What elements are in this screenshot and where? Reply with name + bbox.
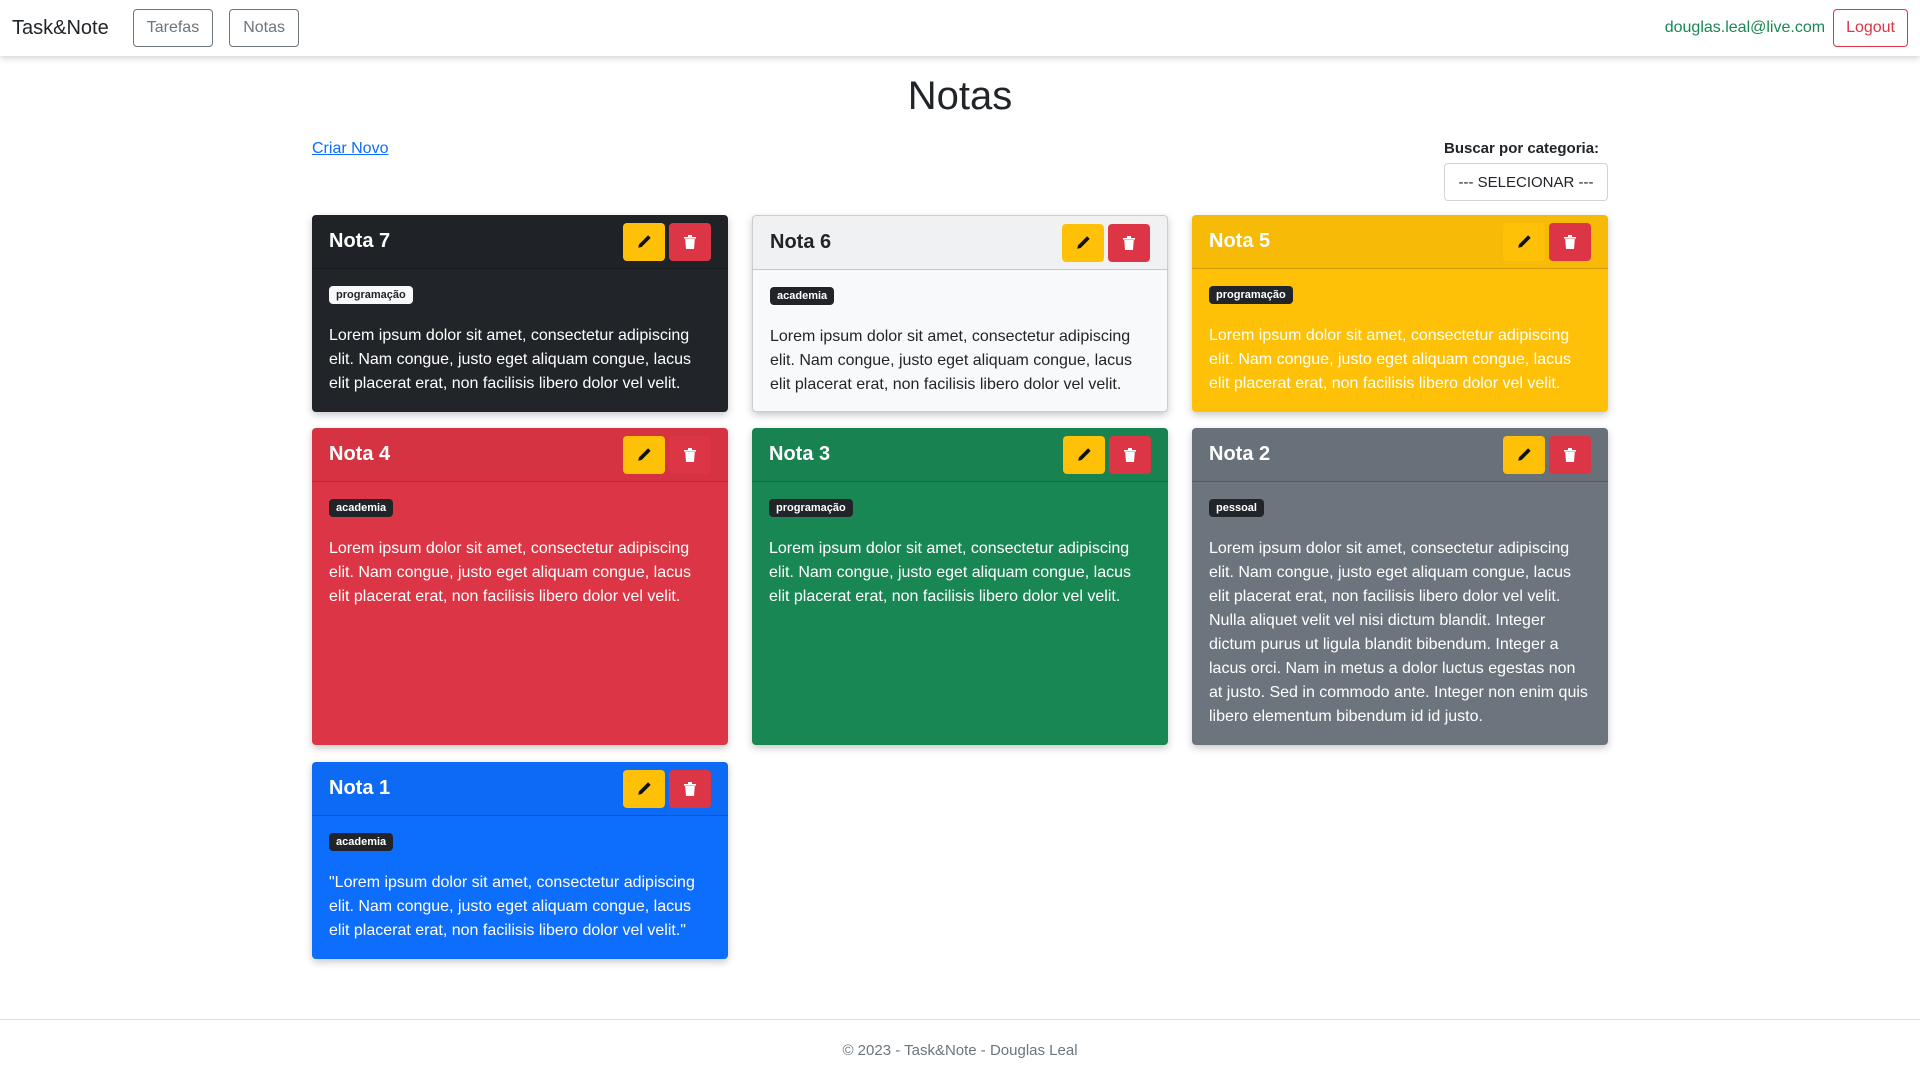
edit-button[interactable]: [1503, 435, 1545, 474]
card-body: programação Lorem ipsum dolor sit amet, …: [1192, 269, 1608, 412]
delete-button[interactable]: [1549, 435, 1591, 474]
category-filter: Buscar por categoria: --- SELECIONAR ---: [1444, 140, 1608, 201]
category-badge: academia: [329, 499, 394, 517]
card-header: Nota 5: [1192, 215, 1608, 269]
delete-button[interactable]: [1108, 223, 1150, 262]
delete-button[interactable]: [1549, 222, 1591, 261]
note-text: Lorem ipsum dolor sit amet, consectetur …: [1209, 540, 1588, 725]
category-badge: programação: [769, 499, 853, 517]
note-card: Nota 1 academia "Lorem ipsum dolor sit a…: [312, 762, 728, 959]
pencil-icon: [1078, 447, 1091, 461]
trash-icon: [684, 781, 696, 796]
edit-button[interactable]: [1063, 435, 1105, 474]
category-select[interactable]: --- SELECIONAR ---: [1444, 163, 1608, 201]
pencil-icon: [638, 234, 651, 248]
nav-tarefas-button[interactable]: Tarefas: [132, 9, 214, 47]
note-title: Nota 3: [769, 443, 831, 465]
card-body: pessoal Lorem ipsum dolor sit amet, cons…: [1192, 482, 1608, 745]
note-card: Nota 3 programação Lorem ipsum dolor sit…: [752, 428, 1168, 745]
card-body: programação Lorem ipsum dolor sit amet, …: [312, 269, 728, 412]
note-title: Nota 7: [329, 230, 391, 252]
category-badge: pessoal: [1209, 499, 1264, 517]
edit-button[interactable]: [623, 435, 665, 474]
card-header: Nota 3: [752, 428, 1168, 482]
create-new-link[interactable]: Criar Novo: [312, 140, 388, 158]
note-card: Nota 6 academia Lorem ipsum dolor sit am…: [752, 215, 1168, 412]
delete-button[interactable]: [669, 769, 711, 808]
trash-icon: [684, 447, 696, 462]
pencil-icon: [1518, 234, 1531, 248]
pencil-icon: [638, 447, 651, 461]
user-email: douglas.leal@live.com: [1664, 19, 1826, 36]
note-text: "Lorem ipsum dolor sit amet, consectetur…: [329, 874, 695, 939]
note-title: Nota 5: [1209, 230, 1271, 252]
note-title: Nota 1: [329, 777, 391, 799]
note-card: Nota 5 programação Lorem ipsum dolor sit…: [1192, 215, 1608, 412]
edit-button[interactable]: [1062, 223, 1104, 262]
card-header: Nota 2: [1192, 428, 1608, 482]
nav-right: douglas.leal@live.com Logout: [1665, 9, 1908, 47]
delete-button[interactable]: [669, 435, 711, 474]
note-title: Nota 6: [770, 231, 832, 253]
category-badge: programação: [329, 286, 413, 304]
note-text: Lorem ipsum dolor sit amet, consectetur …: [769, 540, 1131, 605]
card-body: academia "Lorem ipsum dolor sit amet, co…: [312, 816, 728, 959]
logout-button[interactable]: Logout: [1833, 9, 1908, 47]
pencil-icon: [638, 781, 651, 795]
trash-icon: [684, 234, 696, 249]
nav-notas-button[interactable]: Notas: [229, 9, 299, 47]
pencil-icon: [1518, 447, 1531, 461]
navbar: Task&Note Tarefas Notas douglas.leal@liv…: [0, 0, 1920, 56]
trash-icon: [1564, 447, 1576, 462]
note-text: Lorem ipsum dolor sit amet, consectetur …: [329, 540, 691, 605]
pencil-icon: [1077, 235, 1090, 249]
note-card: Nota 2 pessoal Lorem ipsum dolor sit ame…: [1192, 428, 1608, 745]
card-header: Nota 7: [312, 215, 728, 269]
delete-button[interactable]: [1109, 435, 1151, 474]
edit-button[interactable]: [1503, 222, 1545, 261]
note-text: Lorem ipsum dolor sit amet, consectetur …: [1209, 327, 1571, 392]
card-header: Nota 1: [312, 762, 728, 816]
category-badge: academia: [770, 287, 835, 305]
note-title: Nota 4: [329, 443, 391, 465]
trash-icon: [1123, 235, 1135, 250]
filter-label: Buscar por categoria:: [1444, 140, 1600, 157]
card-body: programação Lorem ipsum dolor sit amet, …: [752, 482, 1168, 625]
brand-logo[interactable]: Task&Note: [12, 17, 109, 40]
note-text: Lorem ipsum dolor sit amet, consectetur …: [770, 328, 1132, 393]
page-title: Notas: [907, 74, 1013, 118]
edit-button[interactable]: [623, 769, 665, 808]
card-header: Nota 6: [753, 216, 1167, 270]
card-body: academia Lorem ipsum dolor sit amet, con…: [312, 482, 728, 625]
card-body: academia Lorem ipsum dolor sit amet, con…: [753, 270, 1167, 411]
trash-icon: [1124, 447, 1136, 462]
category-badge: programação: [1209, 286, 1293, 304]
note-title: Nota 2: [1209, 443, 1271, 465]
footer: © 2023 - Task&Note - Douglas Leal: [0, 1019, 1920, 1080]
note-text: Lorem ipsum dolor sit amet, consectetur …: [329, 327, 691, 392]
note-card: Nota 4 academia Lorem ipsum dolor sit am…: [312, 428, 728, 745]
category-badge: academia: [329, 833, 394, 851]
delete-button[interactable]: [669, 222, 711, 261]
edit-button[interactable]: [623, 222, 665, 261]
note-card: Nota 7 programação Lorem ipsum dolor sit…: [312, 215, 728, 412]
footer-text: © 2023 - Task&Note - Douglas Leal: [842, 1041, 1078, 1059]
trash-icon: [1564, 234, 1576, 249]
card-header: Nota 4: [312, 428, 728, 482]
